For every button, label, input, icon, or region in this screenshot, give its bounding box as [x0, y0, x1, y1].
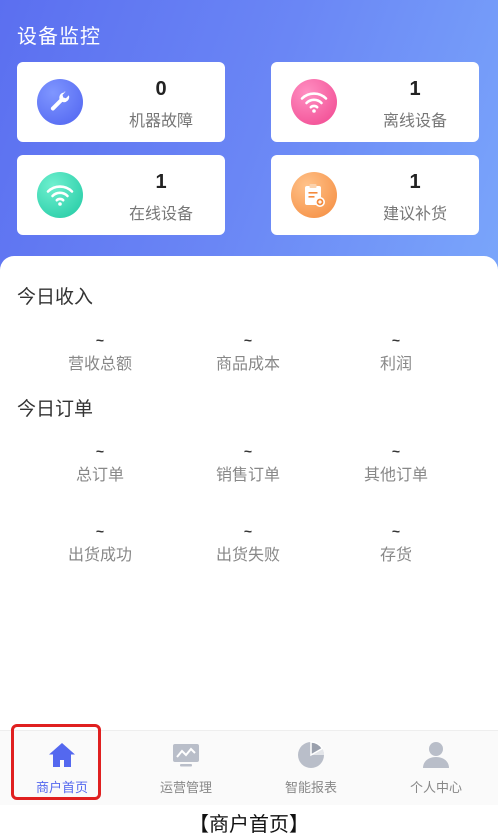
card-label: 离线设备	[382, 113, 447, 130]
stat-product-cost: ~ 商品成本	[173, 332, 323, 374]
wrench-icon	[37, 79, 83, 125]
card-label: 机器故障	[128, 113, 193, 130]
card-restock-suggestion[interactable]: 1 建议补货	[271, 155, 479, 235]
card-label: 建议补货	[382, 206, 447, 223]
stat-value: ~	[95, 332, 105, 348]
main-panel: 今日收入 ~ 营收总额 ~ 商品成本 ~ 利润 今日订单 ~ 总订单 ~ 销售订…	[0, 256, 498, 730]
stat-label: 出货失败	[215, 547, 280, 564]
stat-value: ~	[243, 443, 253, 459]
stat-label: 商品成本	[215, 356, 280, 373]
stat-value: ~	[243, 523, 253, 539]
stat-label: 营收总额	[67, 356, 132, 373]
stat-value: ~	[391, 443, 401, 459]
stat-label: 总订单	[75, 467, 124, 484]
stat-other-orders: ~ 其他订单	[321, 443, 471, 485]
orders-section-title: 今日订单	[17, 399, 94, 420]
stat-inventory: ~ 存货	[321, 523, 471, 565]
stat-profit: ~ 利润	[321, 332, 471, 374]
stat-sales-orders: ~ 销售订单	[173, 443, 323, 485]
stat-value: ~	[243, 332, 253, 348]
card-value: 0	[155, 78, 167, 100]
stat-label: 利润	[379, 356, 412, 373]
pie-chart-icon	[296, 740, 326, 770]
tab-label: 智能报表	[284, 780, 337, 795]
wifi-icon	[37, 172, 83, 218]
stat-label: 其他订单	[363, 467, 428, 484]
stat-value: ~	[391, 332, 401, 348]
tab-label: 运营管理	[159, 780, 212, 795]
user-icon	[421, 740, 451, 770]
card-machine-fault[interactable]: 0 机器故障	[17, 62, 225, 142]
stat-shipment-failed: ~ 出货失败	[173, 523, 323, 565]
tab-personal-center[interactable]: 个人中心	[374, 731, 498, 806]
clipboard-icon	[291, 172, 337, 218]
stat-total-orders: ~ 总订单	[25, 443, 175, 485]
monitor-chart-icon	[171, 740, 201, 770]
stat-shipment-success: ~ 出货成功	[25, 523, 175, 565]
header-title: 设备监控	[17, 26, 101, 48]
stat-label: 出货成功	[67, 547, 132, 564]
tab-label: 个人中心	[409, 780, 462, 795]
device-monitor-header: 设备监控 0 机器故障 1 离线设备 1 在线设备 1 建议补货	[0, 0, 498, 290]
card-value: 1	[155, 171, 167, 193]
stat-label: 销售订单	[215, 467, 280, 484]
card-value: 1	[409, 171, 421, 193]
highlight-box	[11, 724, 101, 800]
screenshot-caption: 【商户首页】	[189, 812, 309, 836]
stat-value: ~	[391, 523, 401, 539]
stat-value: ~	[95, 443, 105, 459]
wifi-icon	[291, 79, 337, 125]
tab-smart-reports[interactable]: 智能报表	[249, 731, 373, 806]
card-label: 在线设备	[128, 206, 193, 223]
card-value: 1	[409, 78, 421, 100]
tab-operations[interactable]: 运营管理	[124, 731, 248, 806]
card-offline-devices[interactable]: 1 离线设备	[271, 62, 479, 142]
stat-total-revenue: ~ 营收总额	[25, 332, 175, 374]
stat-value: ~	[95, 523, 105, 539]
stat-label: 存货	[379, 547, 412, 564]
card-online-devices[interactable]: 1 在线设备	[17, 155, 225, 235]
income-section-title: 今日收入	[17, 287, 94, 308]
